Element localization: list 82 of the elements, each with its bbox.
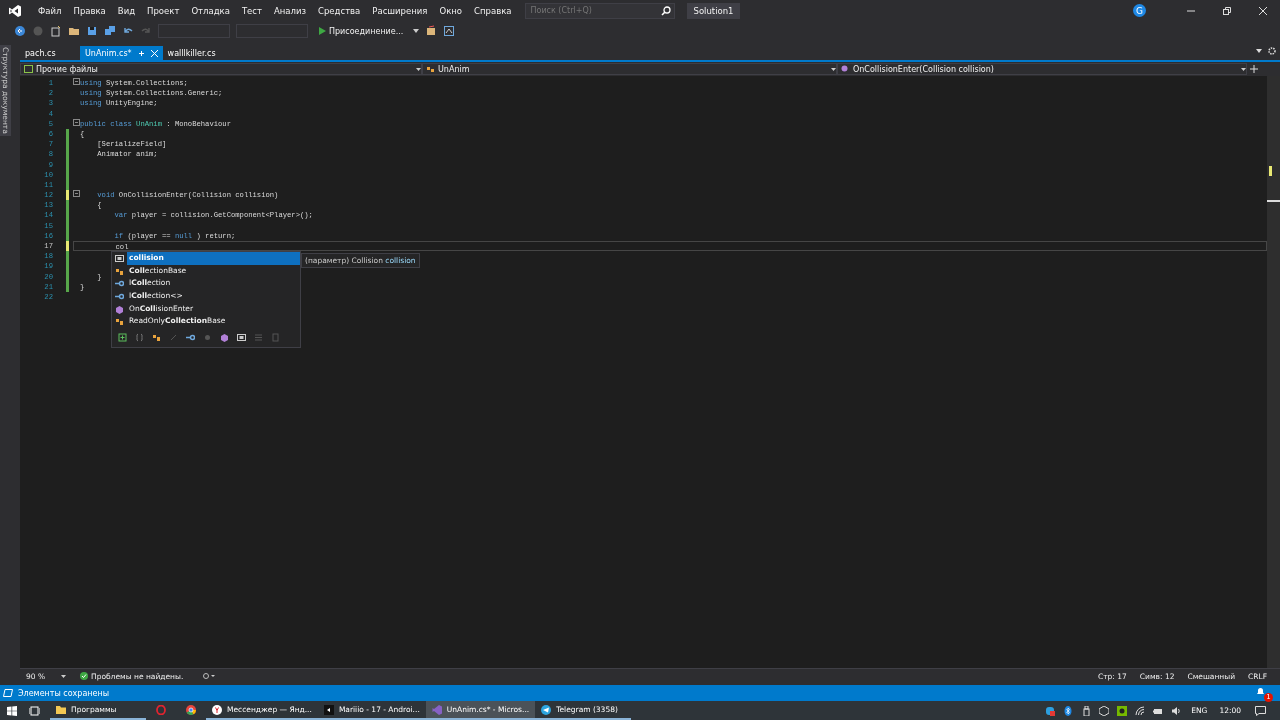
search-field[interactable]: Поиск (Ctrl+Q)	[525, 2, 676, 19]
variable-icon	[115, 253, 124, 263]
caret-icon	[831, 67, 836, 71]
wifi-icon[interactable]	[1135, 705, 1146, 716]
csharp-file-icon	[24, 65, 33, 73]
menu-item[interactable]: Анализ	[267, 5, 312, 16]
cleanup-icon[interactable]	[203, 672, 218, 680]
file-tab[interactable]: pach.cs	[20, 46, 80, 60]
menu-item[interactable]: Расширения	[366, 5, 434, 16]
caret-icon[interactable]	[1256, 48, 1262, 53]
security-icon[interactable]	[1045, 705, 1056, 716]
class-filter-icon[interactable]	[152, 333, 161, 343]
pin-icon[interactable]	[137, 49, 145, 57]
action-center-icon[interactable]	[1255, 705, 1266, 716]
method-icon	[841, 65, 850, 73]
caret-icon	[416, 67, 421, 71]
restore-icon[interactable]	[1222, 5, 1232, 16]
yandex-icon	[212, 704, 222, 715]
variable-filter-icon[interactable]	[237, 333, 246, 343]
menu-item[interactable]: Тест	[235, 5, 268, 16]
interface-icon	[115, 291, 124, 301]
method-icon	[115, 304, 124, 314]
windows-start-icon[interactable]	[7, 705, 17, 716]
open-folder-icon[interactable]	[68, 25, 80, 37]
menu-item[interactable]: Средства	[312, 5, 367, 16]
menu-item[interactable]: Вид	[111, 5, 142, 16]
class-icon	[426, 65, 435, 73]
bluetooth-icon[interactable]	[1063, 705, 1074, 716]
caret-icon	[1241, 67, 1246, 71]
bell-icon	[1256, 687, 1265, 696]
status-message: Элементы сохранены	[18, 688, 111, 698]
class-icon	[115, 317, 124, 327]
unity-icon	[323, 704, 334, 715]
account-avatar[interactable]: G	[1133, 4, 1146, 17]
volume-icon[interactable]	[1171, 705, 1182, 716]
solution-name: Solution1	[687, 2, 740, 19]
telegram-icon	[541, 704, 552, 715]
interface-filter-icon[interactable]	[186, 333, 195, 343]
back-icon[interactable]	[14, 25, 26, 37]
settings-icon[interactable]	[1268, 46, 1276, 55]
collapse-icon[interactable]	[73, 118, 80, 126]
visual-studio-logo-icon	[8, 3, 22, 18]
file-tab[interactable]: walllkiller.cs	[162, 46, 223, 60]
scrollbar[interactable]	[1267, 76, 1280, 668]
type-dropdown[interactable]: UnAnim	[422, 63, 837, 75]
browser-link-icon[interactable]	[425, 25, 438, 37]
project-dropdown[interactable]: Прочие файлы	[20, 63, 422, 75]
visual-studio-icon	[431, 704, 442, 715]
attach-button[interactable]: Присоединение...	[314, 26, 408, 36]
caret-icon	[61, 674, 66, 678]
file-tab[interactable]: UnAnim.cs*	[80, 46, 163, 60]
caret-icon	[413, 29, 420, 33]
collapse-icon[interactable]	[73, 190, 80, 198]
menu-item[interactable]: Отладка	[185, 5, 236, 16]
check-circle-icon	[80, 672, 88, 680]
menu-item[interactable]: Окно	[433, 5, 469, 16]
unity-tray-icon[interactable]	[1099, 705, 1110, 716]
window-icon[interactable]	[443, 25, 456, 37]
nvidia-icon[interactable]	[1117, 705, 1128, 716]
panel-icon	[3, 689, 13, 697]
menu-item[interactable]: Справка	[468, 5, 518, 16]
split-icon[interactable]	[1249, 64, 1259, 74]
menu-item[interactable]: Проект	[141, 5, 186, 16]
expand-filter-icon[interactable]	[118, 333, 127, 343]
menu-item[interactable]: Правка	[67, 5, 112, 16]
new-item-icon[interactable]	[50, 25, 62, 37]
chrome-icon	[186, 704, 196, 715]
menu-item[interactable]: Файл	[32, 5, 68, 16]
collapse-icon[interactable]	[73, 78, 80, 85]
close-icon[interactable]	[1258, 5, 1268, 16]
play-icon	[318, 27, 326, 35]
opera-icon	[156, 704, 166, 715]
usb-drive-icon[interactable]	[1081, 705, 1092, 716]
member-dropdown[interactable]: OnCollisionEnter(Collision collision)	[837, 63, 1247, 75]
interface-icon	[115, 279, 124, 289]
class-icon	[115, 266, 124, 276]
method-filter-icon[interactable]	[220, 333, 229, 343]
save-icon[interactable]	[86, 25, 98, 37]
braces-icon[interactable]	[135, 333, 144, 343]
folder-icon	[56, 704, 66, 715]
save-all-icon[interactable]	[104, 25, 116, 37]
task-view-icon[interactable]	[29, 705, 40, 716]
